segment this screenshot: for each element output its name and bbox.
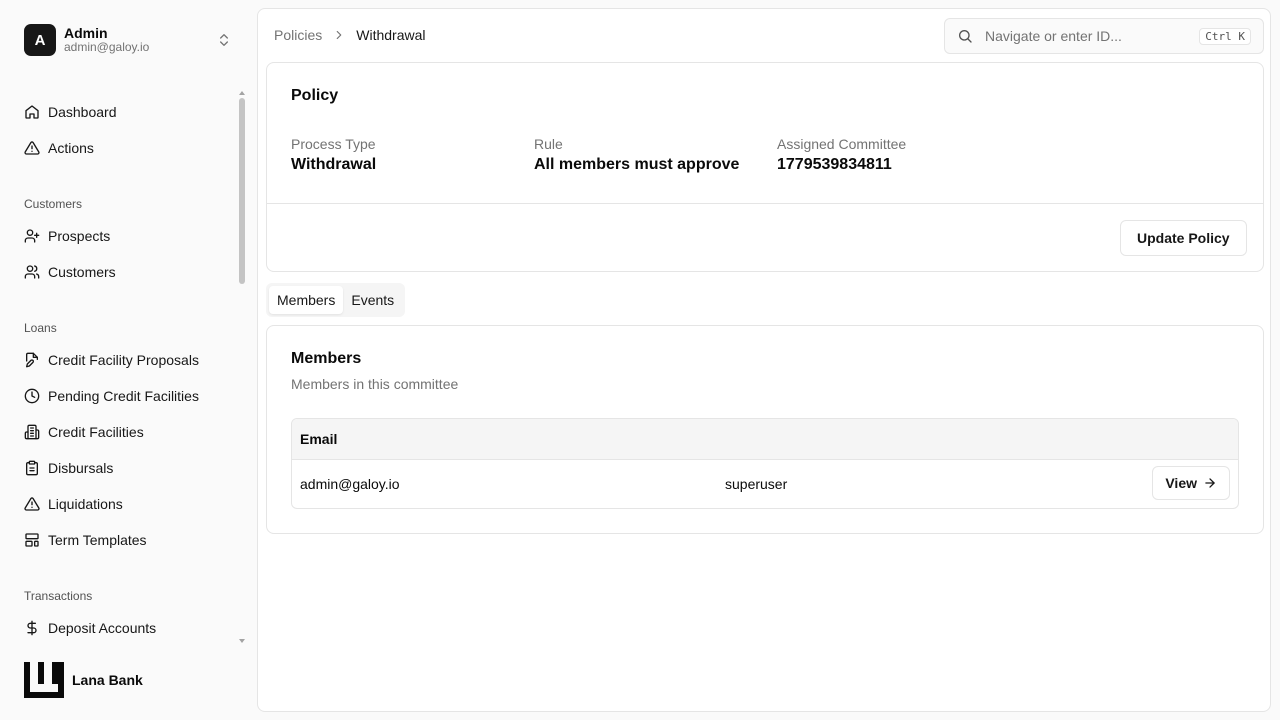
sidebar-item-label: Term Templates [48,532,147,548]
scroll-up-arrow-icon[interactable] [239,90,245,96]
tab-events[interactable]: Events [343,286,402,314]
sidebar-item-label: Pending Credit Facilities [48,388,199,404]
sidebar-item-label: Credit Facility Proposals [48,352,199,368]
assigned-committee-field: Assigned Committee 1779539834811 [777,136,906,174]
brand-name: Lana Bank [72,672,143,688]
sidebar-item-credit-facilities[interactable]: Credit Facilities [24,420,144,444]
section-label-customers: Customers [24,197,83,211]
brand[interactable]: Lana Bank [24,662,143,698]
search-bar[interactable]: Ctrl K [944,18,1264,54]
search-input[interactable] [985,28,1200,44]
process-type-value: Withdrawal [291,156,377,173]
policy-card: Policy Process Type Withdrawal Rule All … [266,62,1264,272]
dollar-sign-icon [27,620,37,636]
members-subtitle: Members in this committee [291,376,459,392]
home-icon [25,105,39,119]
card-divider [267,203,1263,204]
sidebar-item-deposit-accounts[interactable]: Deposit Accounts [24,616,156,640]
process-type-field: Process Type Withdrawal [291,136,376,174]
sidebar-item-label: Dashboard [48,104,117,120]
layout-template-icon [25,533,39,547]
sidebar-item-label: Customers [48,264,116,280]
member-role: superuser [725,476,788,492]
table-row: admin@galoy.io superuser View [292,460,1238,508]
sidebar-nav: Dashboard Actions Customers Prospects Cu… [0,88,250,648]
sidebar-item-actions[interactable]: Actions [24,136,94,160]
users-icon [24,265,40,279]
clock-icon [24,388,40,404]
breadcrumb-policies-link[interactable]: Policies [274,27,322,43]
user-name: Admin [64,25,108,42]
sidebar-item-prospects[interactable]: Prospects [24,224,110,248]
clipboard-icon [26,460,38,476]
section-label-loans: Loans [24,321,57,335]
alert-triangle-icon [24,141,40,155]
view-button-label: View [1165,475,1197,491]
tab-members[interactable]: Members [269,286,344,314]
sidebar-item-disbursals[interactable]: Disbursals [24,456,113,480]
sidebar-item-label: Disbursals [48,460,114,476]
breadcrumb: Policies Withdrawal [274,27,426,43]
user-switcher[interactable]: A Admin admin@galoy.io [24,23,240,57]
members-card: Members Members in this committee Email … [266,325,1264,534]
member-email: admin@galoy.io [300,476,400,492]
sidebar-item-term-templates[interactable]: Term Templates [24,528,147,552]
breadcrumb-current: Withdrawal [356,27,426,43]
user-info: Admin admin@galoy.io [64,25,216,55]
sidebar-item-customers[interactable]: Customers [24,260,116,284]
rule-value: All members must approve [534,156,740,173]
sidebar-item-label: Liquidations [48,496,123,512]
sidebar: A Admin admin@galoy.io Dashboard Actions… [0,0,256,720]
table-header-email: Email [292,419,1238,460]
user-email: admin@galoy.io [64,40,150,55]
sidebar-item-label: Deposit Accounts [48,620,157,636]
tabs: Members Events [266,283,406,317]
sidebar-item-credit-facility-proposals[interactable]: Credit Facility Proposals [24,348,199,372]
process-type-label: Process Type [291,136,376,152]
sidebar-item-label: Actions [48,140,94,156]
search-icon [959,30,972,43]
avatar: A [24,24,56,56]
policy-title: Policy [291,87,339,104]
assigned-committee-value: 1779539834811 [777,156,892,173]
rule-field: Rule All members must approve [534,136,739,174]
update-policy-button[interactable]: Update Policy [1120,220,1247,256]
sidebar-item-liquidations[interactable]: Liquidations [24,492,123,516]
sidebar-item-dashboard[interactable]: Dashboard [24,100,117,124]
file-edit-icon [26,352,38,368]
chevrons-up-down-icon [220,34,228,46]
scroll-down-arrow-icon[interactable] [239,638,245,644]
lana-bank-logo-icon [24,662,64,698]
sidebar-scrollbar[interactable] [239,98,245,284]
section-label-transactions: Transactions [24,589,93,603]
sidebar-item-label: Prospects [48,228,111,244]
view-member-button[interactable]: View [1152,466,1230,500]
sidebar-item-label: Credit Facilities [48,424,144,440]
sidebar-item-pending-credit-facilities[interactable]: Pending Credit Facilities [24,384,199,408]
search-shortcut: Ctrl K [1199,27,1251,45]
assigned-committee-label: Assigned Committee [777,136,907,152]
rule-label: Rule [534,136,563,152]
arrow-right-icon [1205,478,1215,488]
building-icon [24,424,40,440]
user-plus-icon [24,229,40,243]
main-panel: Policies Withdrawal Ctrl K Policy Proces… [257,8,1271,712]
members-title: Members [291,350,362,367]
members-table: Email admin@galoy.io superuser View [291,418,1239,509]
alert-triangle-icon [24,497,40,511]
chevron-right-icon [336,30,342,40]
